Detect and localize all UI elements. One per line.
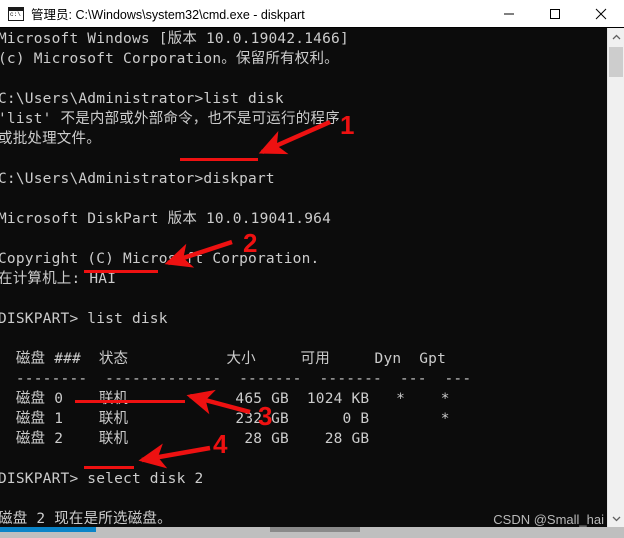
console-line: Copyright (C) Microsoft Corporation. [0, 251, 320, 267]
horizontal-scrollbar[interactable] [0, 527, 624, 538]
console-line: DISKPART> list disk [0, 311, 168, 327]
console-line: C:\Users\Administrator>list disk [0, 91, 284, 107]
cmd-window: 管理员: C:\Windows\system32\cmd.exe - diskp… [0, 0, 624, 538]
console-line: -------- ------------- ------- ------- -… [0, 371, 472, 387]
console-line: Microsoft DiskPart 版本 10.0.19041.964 [0, 211, 332, 227]
console-line: 在计算机上: HAI [0, 271, 117, 287]
minimize-icon [504, 13, 514, 14]
console-line: 磁盘 1 联机 232 GB 0 B * [0, 411, 450, 427]
console-line: 或批处理文件。 [0, 131, 101, 147]
scroll-up-button[interactable] [608, 28, 624, 45]
horizontal-scrollbar-track-segment [270, 527, 360, 532]
console-line: 磁盘 2 联机 28 GB 28 GB [0, 431, 370, 447]
chevron-down-icon [612, 516, 620, 521]
console-line: (c) Microsoft Corporation。保留所有权利。 [0, 51, 339, 67]
vertical-scrollbar[interactable] [607, 28, 624, 527]
console-line: 'list' 不是内部或外部命令，也不是可运行的程序 [0, 111, 340, 127]
window-title: 管理员: C:\Windows\system32\cmd.exe - diskp… [31, 8, 305, 22]
console-output-area[interactable]: Microsoft Windows [版本 10.0.19042.1466] (c… [0, 28, 607, 527]
console-line: 磁盘 ### 状态 大小 可用 Dyn Gpt [0, 351, 446, 367]
horizontal-scrollbar-thumb[interactable] [0, 527, 96, 532]
maximize-button[interactable] [532, 0, 578, 27]
console-line: 磁盘 0 联机 465 GB 1024 KB * * [0, 391, 450, 407]
console-line: DISKPART> select disk 2 [0, 471, 204, 487]
vertical-scrollbar-thumb[interactable] [609, 47, 623, 77]
title-bar[interactable]: 管理员: C:\Windows\system32\cmd.exe - diskp… [0, 0, 624, 28]
chevron-up-icon [612, 34, 620, 39]
console-line: C:\Users\Administrator>diskpart [0, 171, 275, 187]
console-icon [8, 6, 24, 21]
scroll-down-button[interactable] [608, 510, 624, 527]
console-line: Microsoft Windows [版本 10.0.19042.1466] [0, 31, 349, 47]
console-text: Microsoft Windows [版本 10.0.19042.1466] (c… [0, 29, 471, 527]
minimize-button[interactable] [486, 0, 532, 27]
close-icon [595, 8, 607, 19]
console-line: 磁盘 2 现在是所选磁盘。 [0, 511, 172, 527]
close-button[interactable] [578, 0, 624, 27]
watermark: CSDN @Small_hai [493, 512, 604, 527]
maximize-icon [550, 8, 560, 19]
